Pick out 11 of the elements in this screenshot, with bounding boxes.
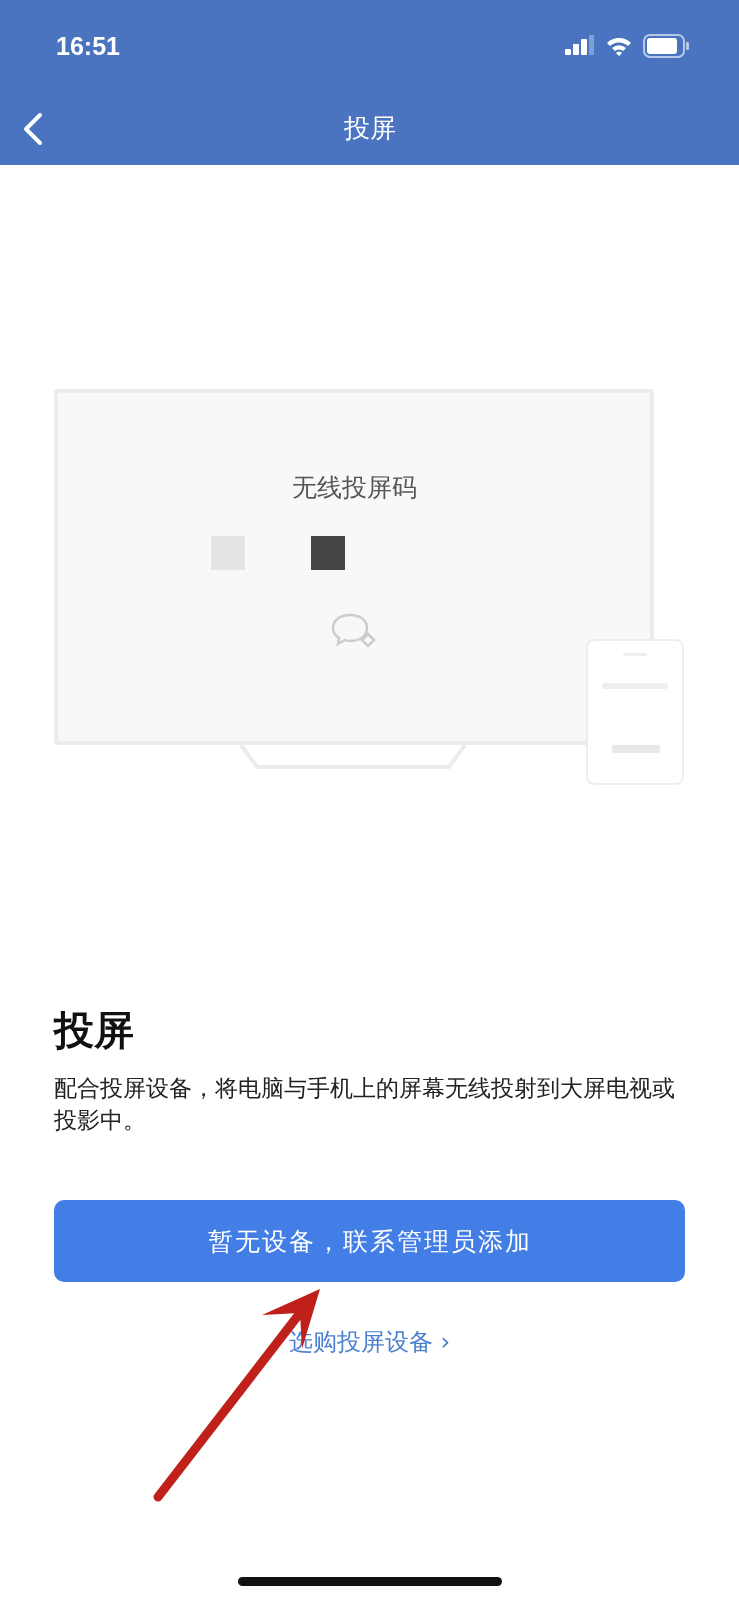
wifi-icon (605, 35, 633, 57)
section-heading: 投屏 (54, 1006, 135, 1055)
signal-icon (565, 35, 595, 57)
back-icon (22, 111, 44, 146)
status-time: 16:51 (56, 31, 120, 61)
contact-admin-button[interactable]: 暂无设备，联系管理员添加 (54, 1200, 685, 1282)
battery-icon (643, 34, 689, 58)
page-title: 投屏 (343, 112, 396, 145)
chat-icon (330, 612, 378, 648)
description-text: 配合投屏设备，将电脑与手机上的屏幕无线投射到大屏电视或投影中。 (54, 1074, 676, 1135)
code-title: 无线投屏码 (291, 472, 417, 504)
